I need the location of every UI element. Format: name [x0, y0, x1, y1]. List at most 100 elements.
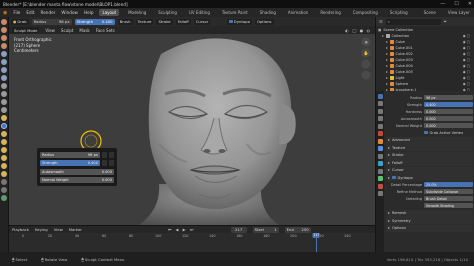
pose-brush-icon[interactable]	[1, 155, 7, 161]
property-field[interactable]: Subdivide Collapse	[424, 188, 473, 195]
render-tab-icon[interactable]	[377, 101, 383, 106]
workspace-tab-layout[interactable]: Layout	[99, 9, 120, 16]
expand-triangle-icon[interactable]	[386, 83, 388, 85]
workspace-tab-scripting[interactable]: Scripting	[387, 9, 411, 16]
data-tab-icon[interactable]	[377, 176, 383, 181]
workspace-tab-uv-editing[interactable]: UV Editing	[186, 9, 213, 16]
layer-brush-icon[interactable]	[1, 51, 7, 57]
property-field[interactable]: Smooth Shading	[424, 202, 473, 209]
strength-field[interactable]: Strength 0.400	[74, 18, 115, 25]
rotate-brush-icon[interactable]	[1, 171, 7, 177]
pressure-toggle-icon[interactable]	[102, 151, 107, 158]
menu-help[interactable]: Help	[84, 10, 94, 15]
clay-brush-icon[interactable]	[1, 35, 7, 41]
crease-brush-icon[interactable]	[1, 75, 7, 81]
viewport-shading-icons[interactable]: ◐ ◯ ● ◍	[345, 28, 371, 33]
popup-normal-weight-field[interactable]: Normal Weight 0.000	[40, 177, 114, 183]
property-field[interactable]: 0.400	[424, 101, 473, 108]
popup-autosmooth-field[interactable]: Autosmooth 0.000	[40, 168, 114, 175]
visibility-icon[interactable]: ◉ ▢	[463, 40, 470, 44]
menu-window[interactable]: Window	[61, 10, 78, 15]
flatten-brush-icon[interactable]	[1, 91, 7, 97]
material-tab-icon[interactable]	[377, 183, 383, 189]
minimize-button[interactable]: —	[440, 1, 445, 7]
visibility-icon[interactable]: ◉ ▢	[463, 70, 470, 74]
workspace-tab-compositing[interactable]: Compositing	[350, 9, 381, 16]
expand-triangle-icon[interactable]	[386, 53, 388, 55]
menu-view[interactable]: View	[45, 28, 55, 33]
visibility-icon[interactable]: ◉ ▢	[463, 82, 470, 86]
world-tab-icon[interactable]	[377, 131, 383, 136]
timeline-menu-playback[interactable]: Playback	[12, 227, 29, 232]
blob-brush-icon[interactable]	[1, 67, 7, 73]
particles-tab-icon[interactable]	[377, 153, 383, 159]
blender-logo-icon[interactable]: ◉	[3, 10, 7, 16]
view-layer-tab-icon[interactable]	[377, 116, 383, 121]
draw-sharp-brush-icon[interactable]	[1, 27, 7, 33]
menu-mask[interactable]: Mask	[79, 28, 89, 33]
falloff-menu[interactable]: Falloff	[175, 18, 191, 25]
property-field[interactable]: 0.000	[424, 122, 473, 129]
visibility-icon[interactable]: ◉ ▢	[463, 58, 470, 62]
mask-brush-icon[interactable]	[1, 179, 7, 185]
panel-section-header[interactable]: Remesh	[386, 209, 473, 217]
pinch-brush-icon[interactable]	[1, 115, 7, 121]
scrape-brush-icon[interactable]	[1, 107, 7, 113]
expand-triangle-icon[interactable]	[386, 77, 388, 79]
popup-radius-field[interactable]: Radius 98 px	[40, 151, 100, 158]
expand-triangle-icon[interactable]	[386, 71, 388, 73]
fill-brush-icon[interactable]	[1, 99, 7, 105]
workspace-tab-rendering[interactable]: Rendering	[317, 9, 343, 16]
object-tab-icon[interactable]	[377, 138, 383, 144]
elastic-deform-brush-icon[interactable]	[1, 131, 7, 137]
dyntopo-toggle[interactable]: Dyntopo	[227, 18, 252, 25]
visibility-icon[interactable]: ◉ ▢	[463, 52, 470, 56]
cursor-menu[interactable]: Cursor	[193, 18, 211, 25]
navigation-gizmo[interactable]: ⊕ ✋	[359, 36, 373, 93]
timeline-track-area[interactable]: 0 20 40 60 80 100 120 140 160 180 200 220 240 217	[9, 233, 375, 253]
texture-tab-icon[interactable]	[377, 191, 383, 196]
current-frame-field[interactable]: 217	[230, 226, 247, 233]
property-field[interactable]: 0.000	[424, 115, 473, 122]
playhead[interactable]: 217	[312, 233, 320, 238]
expand-triangle-icon[interactable]	[382, 35, 384, 37]
view-layer-selector[interactable]: View Layer	[445, 9, 473, 16]
scene-tab-icon[interactable]	[377, 123, 383, 129]
strength-unify-icon[interactable]	[109, 160, 114, 166]
workspace-tab-texture-paint[interactable]: Texture Paint	[219, 9, 251, 16]
options-menu[interactable]: Options	[254, 18, 274, 25]
panel-section-header[interactable]: Stroke	[386, 151, 473, 159]
expand-triangle-icon[interactable]	[386, 59, 388, 61]
maximize-button[interactable]: ☐	[454, 1, 458, 7]
annotate-icon[interactable]	[1, 195, 7, 201]
tool-tab-icon[interactable]	[377, 93, 383, 99]
expand-triangle-icon[interactable]	[386, 65, 388, 67]
snake-hook-brush-icon[interactable]	[1, 139, 7, 145]
panel-section-header[interactable]: Dyntopo	[386, 174, 473, 181]
menu-sculpt[interactable]: Sculpt	[61, 28, 74, 33]
box-mask-icon[interactable]	[1, 187, 7, 193]
brush-menu[interactable]: Brush	[117, 18, 133, 25]
modifier-tab-icon[interactable]	[377, 146, 383, 151]
visibility-icon[interactable]: ◉ ▢	[463, 64, 470, 68]
clay-strips-brush-icon[interactable]	[1, 43, 7, 49]
visibility-icon[interactable]: ◉ ▢	[463, 76, 470, 80]
panel-section-header[interactable]: Falloff	[386, 159, 473, 166]
strength-pressure-icon[interactable]	[102, 160, 107, 166]
property-field[interactable]: 98 px	[424, 94, 473, 101]
physics-tab-icon[interactable]	[377, 161, 383, 166]
visibility-icon[interactable]: ◉ ▢	[463, 34, 470, 38]
timeline-menu-keying[interactable]: Keying	[35, 227, 48, 232]
timeline-menu-view[interactable]: View	[54, 227, 63, 232]
popup-strength-field[interactable]: Strength 0.400	[40, 160, 100, 166]
brush-selector[interactable]: ● Grab	[11, 18, 29, 25]
thumb-brush-icon[interactable]	[1, 147, 7, 153]
expand-triangle-icon[interactable]	[386, 47, 388, 49]
3d-viewport[interactable]: Front Orthographic (217) Sphere Centimet…	[9, 34, 375, 225]
workspace-tab-modeling[interactable]: Modeling	[125, 9, 149, 16]
menu-face-sets[interactable]: Face Sets	[96, 28, 115, 33]
outliner-display-mode-icon[interactable]: ☰	[379, 19, 383, 24]
nudge-brush-icon[interactable]	[1, 163, 7, 169]
output-tab-icon[interactable]	[377, 108, 383, 114]
menu-edit[interactable]: Edit	[26, 10, 34, 15]
